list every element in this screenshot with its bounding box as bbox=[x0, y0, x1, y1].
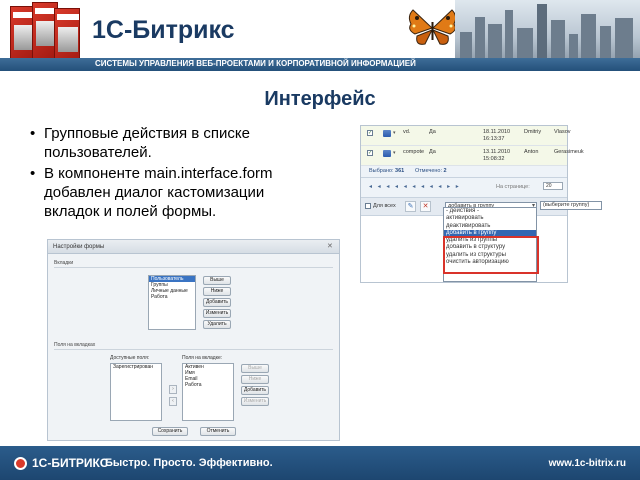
city-skyline-image bbox=[455, 0, 640, 62]
tagline-bar: СИСТЕМЫ УПРАВЛЕНИЯ ВЕБ-ПРОЕКТАМИ И КОРПО… bbox=[0, 58, 640, 71]
for-all-checkbox[interactable] bbox=[365, 203, 371, 209]
row-menu-icon[interactable] bbox=[383, 130, 391, 137]
tab-edit-button[interactable]: Изменить bbox=[203, 309, 231, 318]
pagination-bar: ◂ ◂ ◂ ◂ ◂ ◂ ◂ ◂ ◂ ▸ ▸ На странице: 20 bbox=[361, 178, 567, 198]
tab-delete-button[interactable]: Удалить bbox=[203, 320, 231, 329]
table-row[interactable]: ✓ ▾ vd. Да 18.11.2010 16:13:37 Dmitriy V… bbox=[361, 126, 571, 146]
tabs-section-header: Вкладки bbox=[54, 260, 333, 268]
cell-last-name: Vlasov bbox=[554, 129, 571, 135]
row-checkbox[interactable]: ✓ bbox=[367, 150, 373, 156]
tab-fields-label: Поля на вкладке: bbox=[182, 355, 223, 361]
header: 1С-Битрикс СИСТЕМЫ УПРАВЛЕНИЯ ВЕБ-ПРОЕКТ… bbox=[0, 0, 640, 75]
bitrix-logo-icon bbox=[14, 457, 27, 470]
tagline: СИСТЕМЫ УПРАВЛЕНИЯ ВЕБ-ПРОЕКТАМИ И КОРПО… bbox=[95, 59, 416, 68]
dropdown-option[interactable]: деактивировать bbox=[444, 223, 536, 230]
tab-up-button[interactable]: Выше bbox=[203, 276, 231, 285]
save-button[interactable]: Сохранить bbox=[152, 427, 188, 436]
brand-logo: 1С-Битрикс bbox=[92, 16, 235, 44]
for-all-label: Для всех bbox=[373, 203, 396, 209]
tab-add-button[interactable]: Добавить bbox=[203, 298, 231, 307]
butterfly-image bbox=[408, 9, 457, 45]
field-add-button[interactable]: Добавить bbox=[241, 386, 269, 395]
footer-logo: 1С-БИТРИКС bbox=[32, 456, 109, 470]
delete-icon[interactable]: ✕ bbox=[420, 201, 431, 212]
cell-name: Dmitriy bbox=[524, 129, 542, 135]
field-edit-button[interactable]: Изменить bbox=[241, 397, 269, 406]
footer-url[interactable]: www.1c-bitrix.ru bbox=[549, 458, 626, 469]
move-left-button[interactable]: ‹ bbox=[169, 397, 177, 406]
edit-icon[interactable]: ✎ bbox=[405, 201, 416, 212]
cell-name: Anton bbox=[524, 149, 539, 155]
chevron-down-icon: ▾ bbox=[393, 150, 396, 156]
cell-date: 18.11.2010 16:13:37 bbox=[483, 129, 511, 142]
available-fields-listbox[interactable]: Зарегистрирован bbox=[110, 363, 162, 421]
selection-status-bar: Выбрано: 361 Отмечено: 2 bbox=[361, 166, 567, 178]
tab-down-button[interactable]: Ниже bbox=[203, 287, 231, 296]
chevron-down-icon: ▾ bbox=[393, 130, 396, 136]
cell-active: Да bbox=[429, 149, 436, 155]
field-down-button[interactable]: Ниже bbox=[241, 375, 269, 384]
move-right-button[interactable]: › bbox=[169, 385, 177, 394]
cell-login: vd. bbox=[403, 129, 411, 135]
close-icon[interactable]: ✕ bbox=[327, 243, 335, 251]
cancel-button[interactable]: Отменить bbox=[200, 427, 236, 436]
available-fields-label: Доступные поля: bbox=[110, 355, 150, 361]
cell-active: Да bbox=[429, 129, 436, 135]
slide-title: Интерфейс bbox=[264, 88, 376, 110]
per-page-select[interactable]: 20 bbox=[543, 182, 563, 190]
fields-section-header: Поля на вкладках bbox=[54, 342, 333, 350]
list-item[interactable]: Работа bbox=[149, 294, 195, 300]
row-checkbox[interactable]: ✓ bbox=[367, 130, 373, 136]
dropdown-option[interactable]: активировать bbox=[444, 215, 536, 222]
marked-count: Отмечено: 2 bbox=[415, 168, 447, 174]
highlight-frame bbox=[443, 236, 539, 274]
cell-last-name: Gerasimeuk bbox=[554, 149, 584, 155]
form-settings-dialog: Настройки формы ✕ Вкладки Пользователь Г… bbox=[47, 239, 340, 441]
tabs-listbox[interactable]: Пользователь Группы Личные данные Работа bbox=[148, 275, 196, 330]
table-row[interactable]: ✓ ▾ compote Да 13.11.2010 15:08:32 Anton… bbox=[361, 146, 584, 166]
list-item[interactable]: Работа bbox=[183, 382, 233, 388]
cell-login: compote bbox=[403, 149, 425, 155]
field-up-button[interactable]: Выше bbox=[241, 364, 269, 373]
bullet-list: Групповые действия в списке пользователе… bbox=[30, 124, 315, 223]
footer: 1С-БИТРИКС Быстро. Просто. Эффективно. w… bbox=[0, 446, 640, 480]
pagination-arrows[interactable]: ◂ ◂ ◂ ◂ ◂ ◂ ◂ ◂ ◂ ▸ ▸ bbox=[369, 183, 461, 190]
cell-date: 13.11.2010 15:08:32 bbox=[483, 149, 511, 162]
bullet-item: Групповые действия в списке пользователе… bbox=[30, 124, 315, 162]
dropdown-option[interactable]: - действия - bbox=[444, 208, 536, 215]
bullet-item: В компоненте main.interface.form добавле… bbox=[30, 164, 315, 221]
selected-count: Выбрано: 361 bbox=[369, 168, 405, 174]
tab-fields-listbox[interactable]: Активен Имя Email Работа bbox=[182, 363, 234, 421]
row-menu-icon[interactable] bbox=[383, 150, 391, 157]
footer-slogan: Быстро. Просто. Эффективно. bbox=[105, 457, 273, 469]
list-item[interactable]: Зарегистрирован bbox=[111, 364, 161, 370]
group-select[interactable]: (выберите группу) bbox=[540, 201, 602, 210]
dialog-title: Настройки формы bbox=[48, 240, 339, 254]
per-page-label: На странице: bbox=[496, 184, 530, 190]
